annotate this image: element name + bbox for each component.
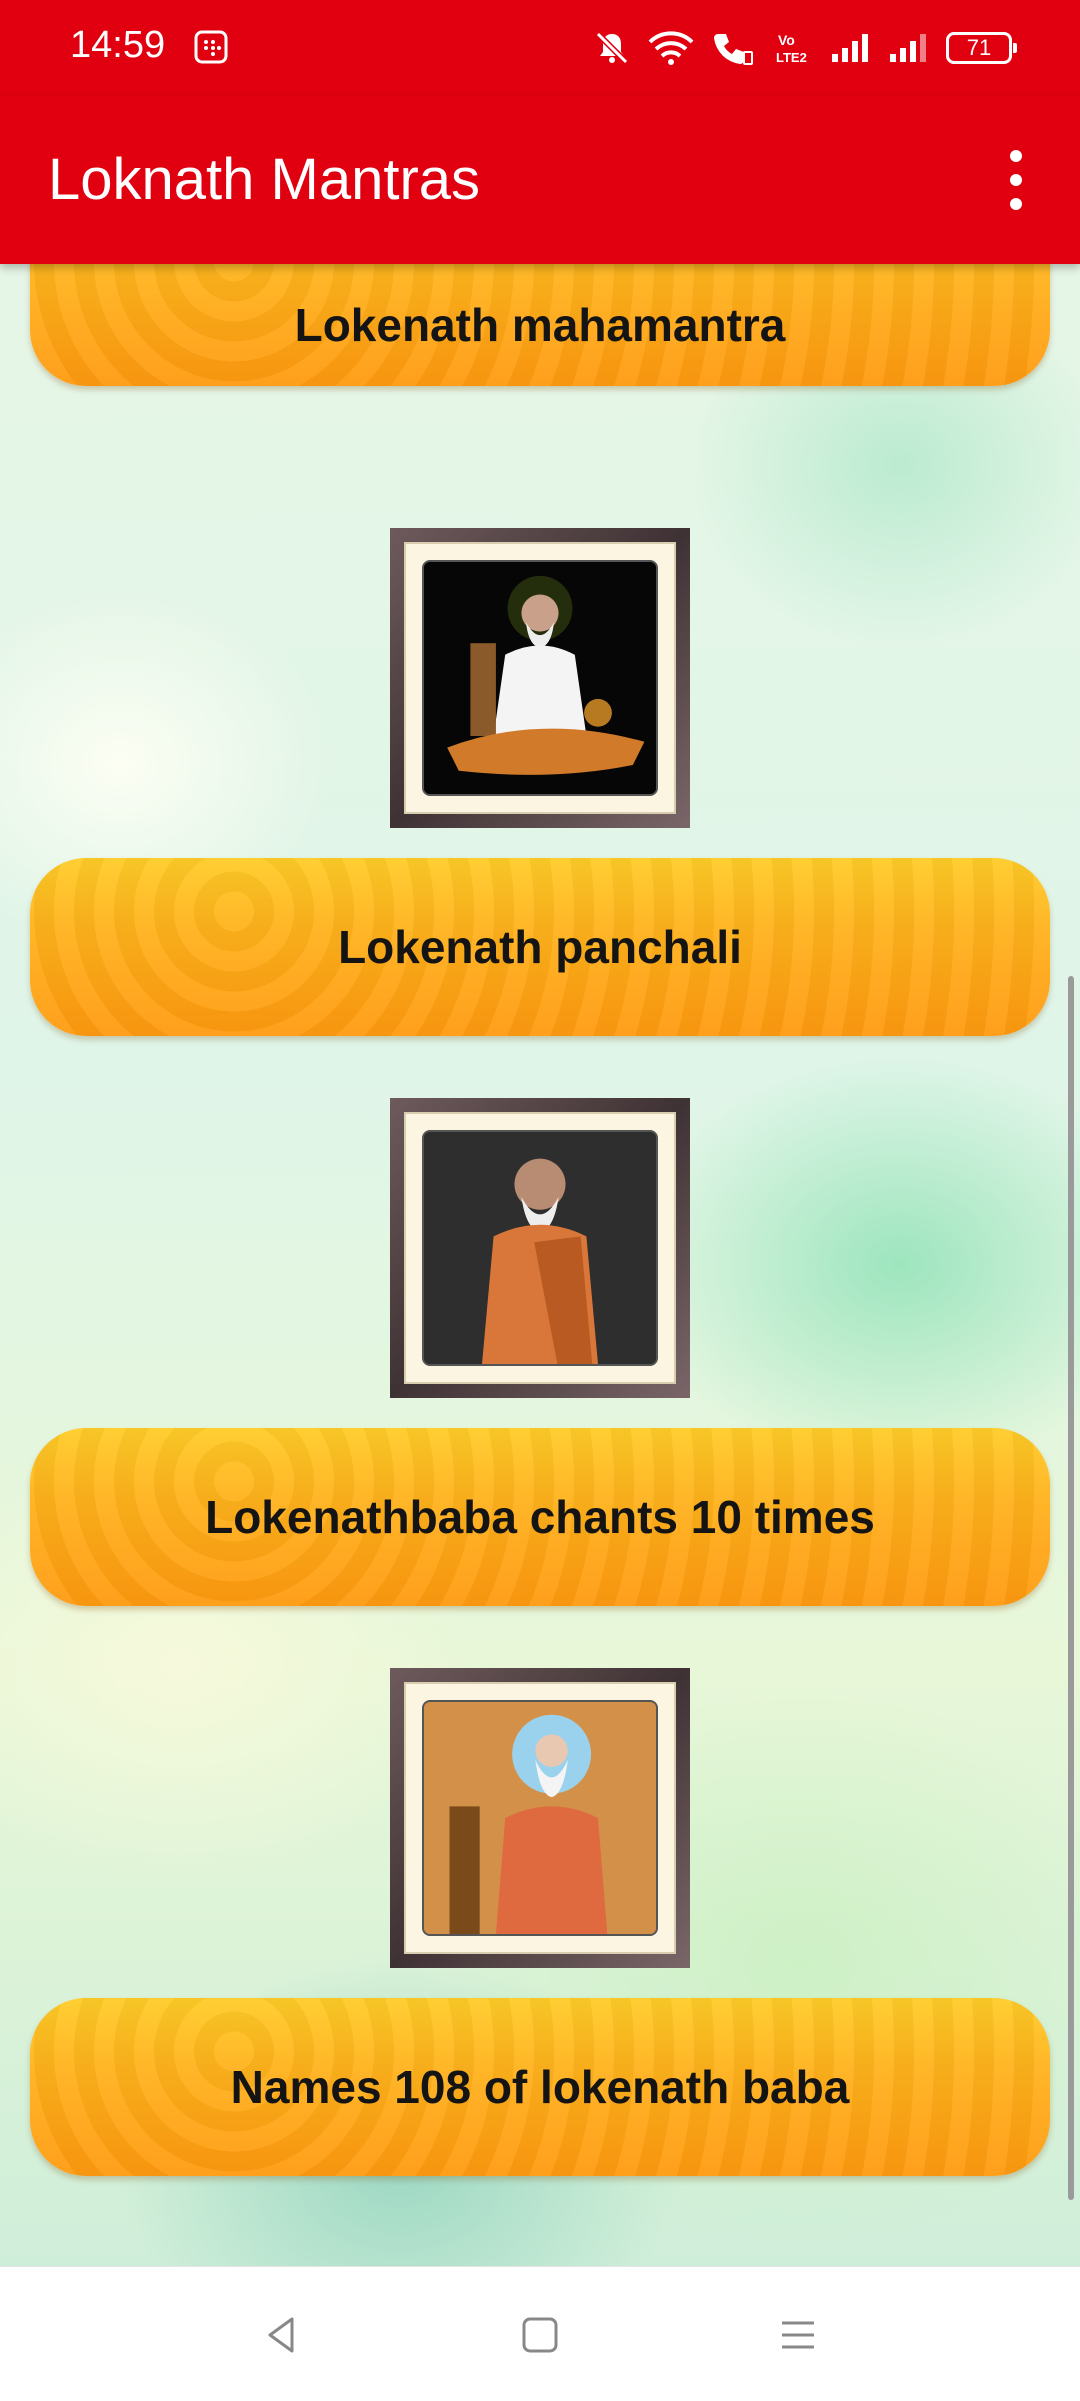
notification-badge-icon xyxy=(194,30,228,64)
loknath-standing-image xyxy=(390,1098,690,1398)
wifi-icon xyxy=(648,31,694,65)
names-108-label: Names 108 of lokenath baba xyxy=(230,2061,850,2113)
signal-icon xyxy=(832,34,868,62)
recents-menu-icon[interactable] xyxy=(774,2311,822,2359)
status-icons: Vo LTE2 71 xyxy=(594,26,1017,70)
mute-icon xyxy=(595,31,629,65)
back-icon[interactable] xyxy=(258,2311,306,2359)
names-108-button[interactable]: Names 108 of lokenath baba xyxy=(30,1998,1050,2176)
content-list[interactable]: Lokenath mahamantra Lokenath panchali Lo… xyxy=(0,264,1080,2266)
chants-button[interactable]: Lokenathbaba chants 10 times xyxy=(30,1428,1050,1606)
svg-text:Vo: Vo xyxy=(778,32,795,48)
chants-label: Lokenathbaba chants 10 times xyxy=(205,1491,875,1543)
mahamantra-button[interactable]: Lokenath mahamantra xyxy=(30,264,1050,386)
more-vert-icon[interactable] xyxy=(988,150,1044,210)
volte-icon: Vo LTE2 xyxy=(776,32,807,65)
status-time: 14:59 xyxy=(70,24,166,66)
wifi-calling-icon xyxy=(714,34,753,65)
svg-text:LTE2: LTE2 xyxy=(776,50,807,65)
loknath-seated-image xyxy=(390,528,690,828)
battery-icon: 71 xyxy=(946,32,1017,64)
battery-level: 71 xyxy=(966,35,992,60)
scrollbar[interactable] xyxy=(1068,976,1074,2200)
panchali-button[interactable]: Lokenath panchali xyxy=(30,858,1050,1036)
app-bar: Loknath Mantras xyxy=(0,96,1080,264)
navigation-bar xyxy=(0,2266,1080,2401)
home-icon[interactable] xyxy=(516,2311,564,2359)
mahamantra-label: Lokenath mahamantra xyxy=(294,299,786,351)
panchali-label: Lokenath panchali xyxy=(338,921,742,973)
app-title: Loknath Mantras xyxy=(48,147,481,212)
loknath-painting-image xyxy=(390,1668,690,1968)
signal-icon-2 xyxy=(890,34,926,62)
status-bar: 14:59 Vo LTE2 71 xyxy=(0,0,1080,96)
